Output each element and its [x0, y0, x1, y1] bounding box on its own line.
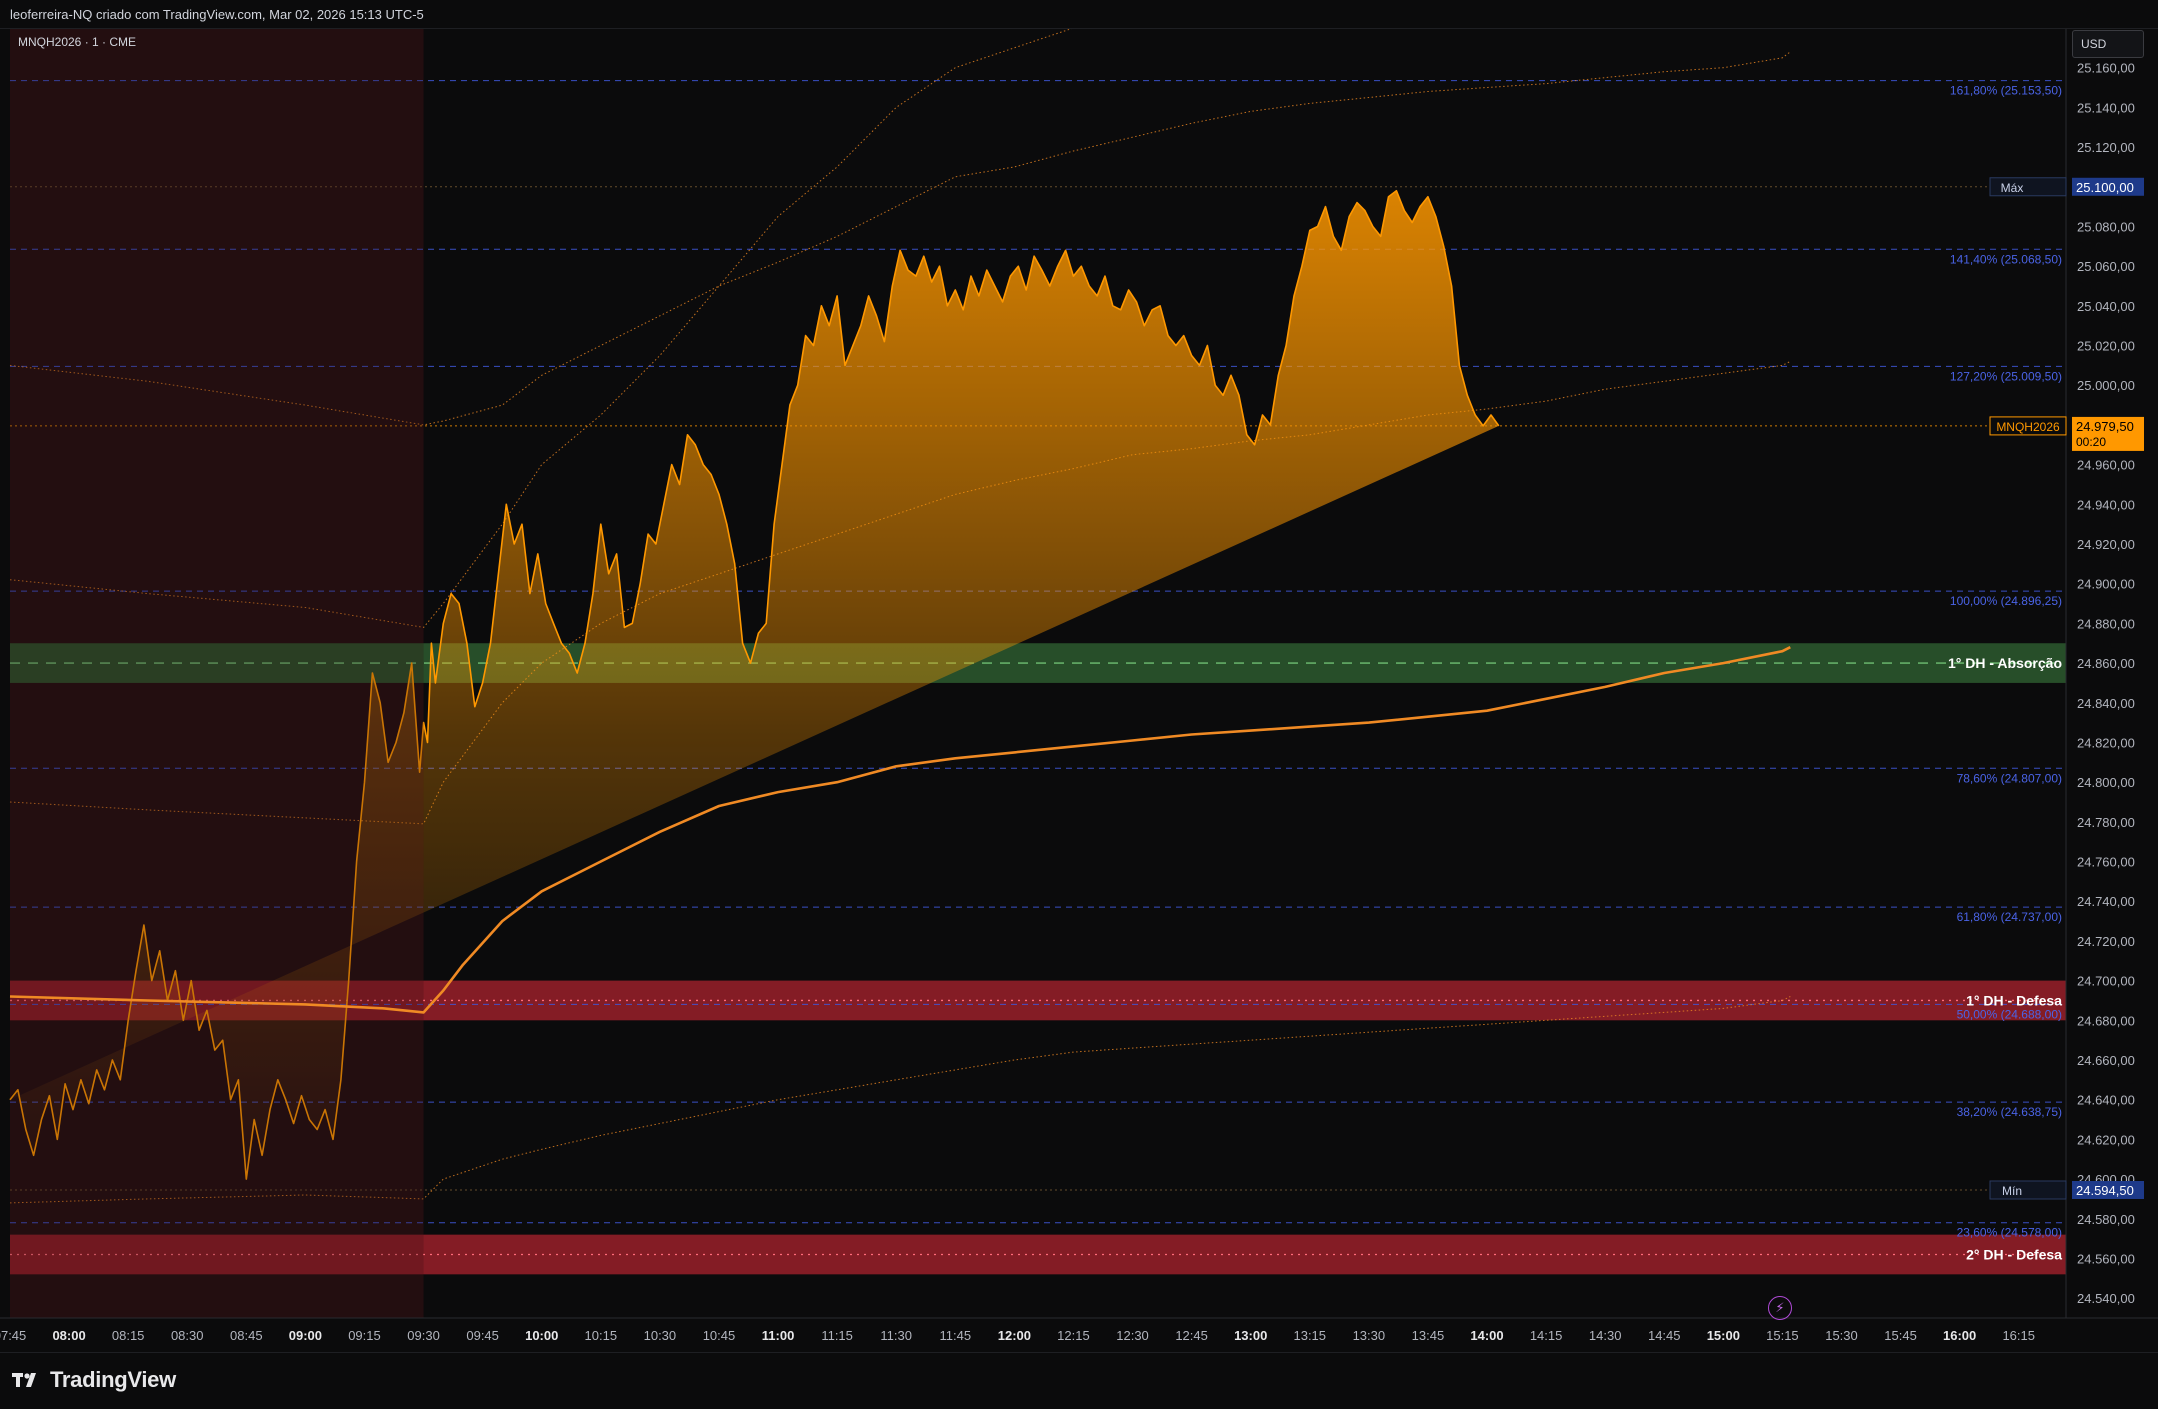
price-tick-label: 24.940,00	[2077, 497, 2135, 512]
price-tick-label: 24.840,00	[2077, 696, 2135, 711]
fib-label-6: 50,00% (24.688,00)	[1957, 1007, 2062, 1021]
time-tick-label: 09:45	[466, 1328, 499, 1343]
time-tick-label: 16:15	[2002, 1328, 2035, 1343]
time-tick-label: 08:45	[230, 1328, 263, 1343]
fib-label-2: 127,20% (25.009,50)	[1950, 369, 2062, 383]
price-tick-label: 24.860,00	[2077, 656, 2135, 671]
price-tick-label: 24.900,00	[2077, 577, 2135, 592]
price-tick-label: 25.060,00	[2077, 259, 2135, 274]
price-tick-label: 24.780,00	[2077, 815, 2135, 830]
time-tick-label: 14:45	[1648, 1328, 1681, 1343]
time-tick-label: 09:30	[407, 1328, 440, 1343]
time-tick-label: 11:45	[939, 1328, 971, 1343]
price-tick-label: 24.700,00	[2077, 974, 2135, 989]
price-tick-label: 24.880,00	[2077, 616, 2135, 631]
price-tick-label: 24.680,00	[2077, 1013, 2135, 1028]
price-tick-label: 24.960,00	[2077, 458, 2135, 473]
price-tick-label: 24.540,00	[2077, 1291, 2135, 1306]
tradingview-logo[interactable]: TradingView	[12, 1367, 176, 1393]
price-tick-label: 25.160,00	[2077, 61, 2135, 76]
price-tick-label: 24.560,00	[2077, 1251, 2135, 1266]
max-tag-text: Máx	[2001, 181, 2024, 195]
fib-label-4: 78,60% (24.807,00)	[1957, 771, 2062, 785]
currency-selector[interactable]: USD	[2072, 30, 2144, 58]
price-tick-label: 25.140,00	[2077, 100, 2135, 115]
time-tick-label: 15:45	[1884, 1328, 1917, 1343]
time-tick-label: 16:00	[1943, 1328, 1976, 1343]
premarket-overlay	[10, 28, 424, 1318]
time-tick-label: 09:00	[289, 1328, 322, 1343]
time-tick-label: 11:00	[762, 1328, 795, 1343]
time-tick-label: 12:30	[1116, 1328, 1149, 1343]
time-tick-label: 11:15	[821, 1328, 853, 1343]
fib-label-8: 23,60% (24.578,00)	[1957, 1226, 2062, 1240]
time-tick-label: 12:00	[998, 1328, 1031, 1343]
price-chart[interactable]: 161,80% (25.153,50) 141,40% (25.068,50) 12…	[0, 0, 2158, 1352]
time-tick-label: 15:15	[1766, 1328, 1799, 1343]
header-bar: leoferreira-NQ criado com TradingView.co…	[0, 0, 2158, 29]
max-price-label: 25.100,00	[2076, 180, 2134, 195]
fib-label-1: 141,40% (25.068,50)	[1950, 252, 2062, 266]
time-tick-label: 07:45	[0, 1328, 26, 1343]
last-price-label: 24.979,50	[2076, 419, 2134, 434]
time-tick-label: 10:15	[585, 1328, 618, 1343]
price-tick-label: 24.580,00	[2077, 1212, 2135, 1227]
fib-label-0: 161,80% (25.153,50)	[1950, 84, 2062, 98]
price-tick-label: 24.920,00	[2077, 537, 2135, 552]
zone-label-0: 1° DH - Absorção	[1948, 655, 2062, 671]
time-tick-label: 15:00	[1707, 1328, 1740, 1343]
time-tick-label: 08:30	[171, 1328, 204, 1343]
lightning-icon[interactable]: ⚡	[1768, 1296, 1792, 1320]
time-tick-label: 11:30	[880, 1328, 912, 1343]
time-tick-label: 08:00	[52, 1328, 85, 1343]
countdown-label: 00:20	[2076, 435, 2106, 449]
time-tick-label: 10:30	[644, 1328, 677, 1343]
price-tick-label: 24.660,00	[2077, 1053, 2135, 1068]
time-tick-label: 13:45	[1412, 1328, 1445, 1343]
time-tick-label: 12:45	[1175, 1328, 1208, 1343]
price-tick-label: 25.020,00	[2077, 339, 2135, 354]
symbol-tag-text: MNQH2026	[1996, 420, 2060, 434]
min-tag-text: Mín	[2002, 1184, 2022, 1198]
chart-title: MNQH2026 · 1 · CME	[18, 35, 136, 49]
zone-label-2: 2° DH - Defesa	[1966, 1246, 2062, 1262]
price-tick-label: 24.740,00	[2077, 894, 2135, 909]
time-tick-label: 15:30	[1825, 1328, 1858, 1343]
footer-bar: TradingView	[0, 1352, 2158, 1409]
price-tick-label: 24.640,00	[2077, 1093, 2135, 1108]
time-tick-label: 10:45	[703, 1328, 736, 1343]
time-tick-label: 14:30	[1589, 1328, 1622, 1343]
price-tick-label: 24.820,00	[2077, 735, 2135, 750]
time-tick-label: 14:00	[1470, 1328, 1503, 1343]
time-tick-label: 13:15	[1293, 1328, 1326, 1343]
price-tick-label: 25.120,00	[2077, 140, 2135, 155]
time-tick-label: 12:15	[1057, 1328, 1090, 1343]
time-tick-label: 13:30	[1353, 1328, 1386, 1343]
time-tick-label: 13:00	[1234, 1328, 1267, 1343]
price-tick-label: 24.760,00	[2077, 855, 2135, 870]
price-tick-label: 24.800,00	[2077, 775, 2135, 790]
fib-label-3: 100,00% (24.896,25)	[1950, 594, 2062, 608]
time-tick-label: 09:15	[348, 1328, 381, 1343]
fib-label-5: 61,80% (24.737,00)	[1957, 910, 2062, 924]
price-tick-label: 25.080,00	[2077, 219, 2135, 234]
fib-label-7: 38,20% (24.638,75)	[1957, 1105, 2062, 1119]
price-tick-label: 24.720,00	[2077, 934, 2135, 949]
time-tick-label: 10:00	[525, 1328, 558, 1343]
zone-label-1: 1° DH - Defesa	[1966, 992, 2062, 1008]
time-tick-label: 14:15	[1530, 1328, 1563, 1343]
price-tick-label: 24.620,00	[2077, 1132, 2135, 1147]
header-text: leoferreira-NQ criado com TradingView.co…	[10, 7, 424, 22]
brand-name: TradingView	[50, 1367, 176, 1392]
min-price-label: 24.594,50	[2076, 1183, 2134, 1198]
time-tick-label: 08:15	[112, 1328, 145, 1343]
price-tick-label: 25.040,00	[2077, 299, 2135, 314]
tradingview-logo-icon	[12, 1373, 36, 1387]
price-tick-label: 25.000,00	[2077, 378, 2135, 393]
